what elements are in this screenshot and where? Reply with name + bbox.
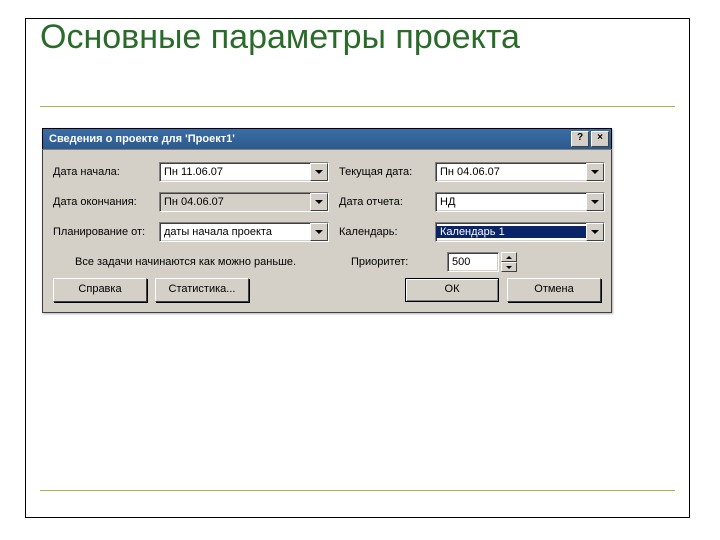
label-start-date: Дата начала: [53,166,149,178]
priority-value: 500 [448,256,498,268]
schedule-from-dropdown-button[interactable] [310,223,328,241]
report-date-dropdown-button[interactable] [586,193,604,211]
dialog-titlebar[interactable]: Сведения о проекте для 'Проект1' ? × [42,128,612,149]
footer-underline [40,490,675,491]
start-date-field[interactable]: Пн 11.06.07 [159,162,329,182]
schedule-from-field[interactable]: даты начала проекта [159,222,329,242]
report-date-field[interactable]: НД [435,192,605,212]
dialog-title: Сведения о проекте для 'Проект1' [49,133,571,145]
chevron-down-icon [591,200,599,204]
project-info-dialog: Сведения о проекте для 'Проект1' ? × Дат… [42,128,612,313]
titlebar-help-button[interactable]: ? [571,131,589,147]
start-date-dropdown-button[interactable] [310,163,328,181]
label-schedule-from: Планирование от: [53,226,149,238]
end-date-value: Пн 04.06.07 [160,196,310,208]
current-date-field[interactable]: Пн 04.06.07 [435,162,605,182]
chevron-down-icon [315,170,323,174]
help-button[interactable]: Справка [53,278,147,302]
chevron-down-icon [506,266,512,269]
current-date-dropdown-button[interactable] [586,163,604,181]
ok-button[interactable]: ОК [405,278,499,302]
chevron-down-icon [315,200,323,204]
priority-field[interactable]: 500 [447,252,499,272]
dialog-body: Дата начала: Пн 11.06.07 Текущая дата: П… [42,149,612,313]
label-report-date: Дата отчета: [339,196,425,208]
schedule-note: Все задачи начинаются как можно раньше. [75,256,337,268]
chevron-up-icon [506,256,512,259]
end-date-dropdown-button[interactable] [310,193,328,211]
title-underline [40,106,675,108]
calendar-value: Календарь 1 [436,226,586,238]
label-calendar: Календарь: [339,226,425,238]
priority-spin-down[interactable] [501,262,517,272]
titlebar-close-button[interactable]: × [591,131,609,147]
cancel-button[interactable]: Отмена [507,278,601,302]
end-date-field: Пн 04.06.07 [159,192,329,212]
start-date-value: Пн 11.06.07 [160,166,310,178]
priority-spin-up[interactable] [501,252,517,262]
calendar-field[interactable]: Календарь 1 [435,222,605,242]
page-title: Основные параметры проекта [40,18,520,57]
chevron-down-icon [315,230,323,234]
label-priority: Приоритет: [351,256,437,268]
priority-spinner[interactable]: 500 [447,252,517,272]
current-date-value: Пн 04.06.07 [436,166,586,178]
statistics-button[interactable]: Статистика... [155,278,249,302]
label-current-date: Текущая дата: [339,166,425,178]
chevron-down-icon [591,230,599,234]
calendar-dropdown-button[interactable] [586,223,604,241]
schedule-from-value: даты начала проекта [160,226,310,238]
report-date-value: НД [436,196,586,208]
label-end-date: Дата окончания: [53,196,149,208]
chevron-down-icon [591,170,599,174]
